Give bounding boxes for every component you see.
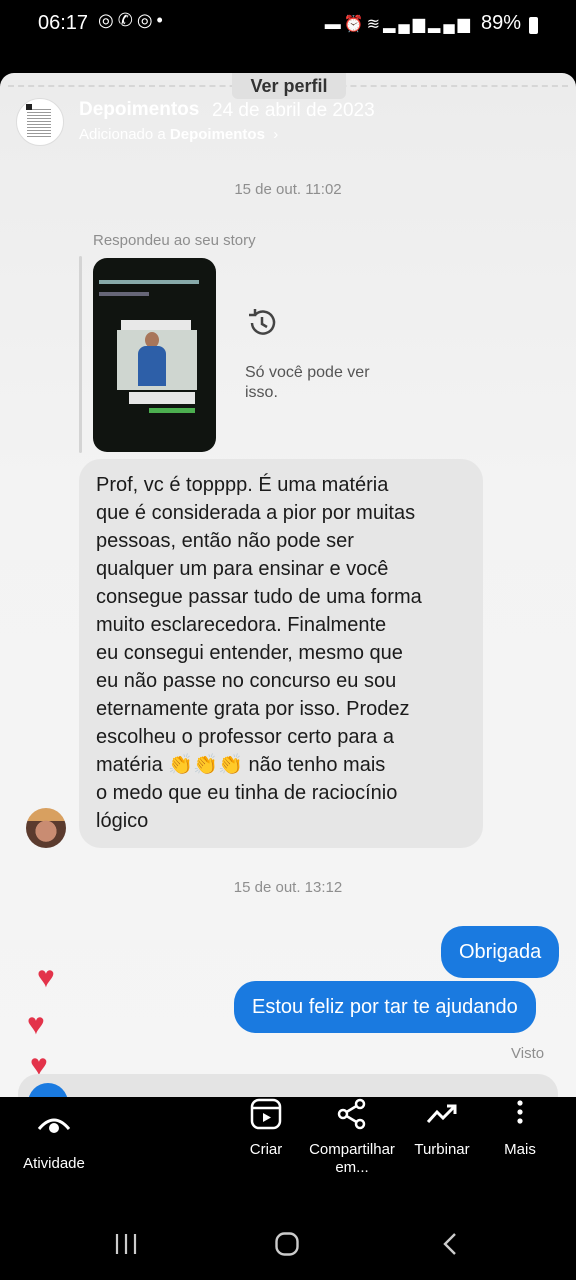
signal-icon: ▂▄▆ [428, 15, 473, 33]
boost-button[interactable]: Turbinar [404, 1097, 480, 1159]
alarm-icon: ⏰ [343, 15, 367, 33]
view-profile-button[interactable]: Ver perfil [232, 73, 346, 99]
history-icon [249, 309, 276, 335]
outgoing-message[interactable]: Estou feliz por tar te ajudando [234, 981, 536, 1033]
boost-label: Turbinar [414, 1141, 470, 1158]
system-icons: ▬⏰≋▂▄▆▂▄▆ 89% [325, 12, 538, 35]
only-you-notice: Só você pode ver isso. [245, 364, 370, 401]
dot-icon: • [156, 10, 167, 30]
more-label: Mais [504, 1141, 536, 1158]
story-toolbar: Atividade Criar Compartilhar em... Turbi… [0, 1097, 576, 1207]
trending-up-icon [426, 1104, 457, 1124]
seen-status: Visto [511, 1045, 545, 1062]
status-time: 06:17 [38, 12, 89, 34]
thumb-link [149, 408, 195, 413]
added-prefix: Adicionado a [79, 126, 166, 143]
added-target: Depoimentos [169, 126, 265, 143]
document-thumbnail [27, 107, 51, 137]
story-view: Ver perfil Depoimentos 24 de abril de 20… [0, 73, 576, 1097]
thumb-banner [121, 320, 191, 330]
create-button[interactable]: Criar [232, 1097, 300, 1159]
logo-mark [26, 104, 32, 110]
wifi-icon: ≋ [366, 15, 384, 33]
heart-icon: ♥ [27, 1008, 45, 1041]
outgoing-message[interactable]: Obrigada [441, 926, 560, 978]
incoming-message[interactable]: Prof, vc é topppp. É uma matéria que é c… [79, 459, 483, 848]
home-icon[interactable] [274, 1231, 300, 1257]
reels-icon [250, 1098, 282, 1130]
share-icon [337, 1098, 366, 1130]
thumb-caption [129, 392, 195, 404]
heart-icon: ♥ [37, 961, 55, 994]
recent-apps-icon[interactable] [114, 1231, 138, 1257]
create-label: Criar [249, 1141, 283, 1158]
share-label: Compartilhar em... [309, 1141, 395, 1176]
instagram-icon: ◎ [136, 10, 157, 30]
more-vertical-icon [517, 1100, 523, 1124]
highlight-avatar[interactable] [16, 98, 64, 146]
timestamp: 15 de out. 13:12 [233, 879, 343, 896]
highlight-date: 24 de abril de 2023 [212, 100, 375, 121]
story-thumbnail[interactable] [93, 258, 216, 452]
instagram-icon: ◎ [98, 10, 118, 30]
message-composer[interactable] [18, 1074, 558, 1097]
thumb-person [138, 346, 166, 386]
missed-call-icon: ✆ [117, 10, 137, 30]
timestamp: 15 de out. 11:02 [234, 181, 342, 198]
eye-icon [37, 1118, 71, 1133]
more-button[interactable]: Mais [490, 1097, 550, 1159]
signal-icon: ▂▄▆ [383, 15, 429, 33]
added-to-highlight[interactable]: Adicionado a Depoimentos › [79, 126, 278, 143]
back-icon[interactable] [440, 1231, 460, 1257]
activity-label: Atividade [23, 1155, 85, 1172]
activity-button[interactable]: Atividade [4, 1107, 104, 1173]
thumb-header [99, 280, 199, 284]
reply-indicator-bar [79, 256, 82, 453]
reply-label: Respondeu ao seu story [93, 232, 256, 249]
status-bar: 06:17 ◎✆◎• ▬⏰≋▂▄▆▂▄▆ 89% [0, 0, 576, 46]
notification-icons: ◎✆◎• [98, 10, 167, 31]
highlight-name[interactable]: Depoimentos [79, 99, 199, 121]
battery-icon [529, 17, 538, 34]
battery-percent: 89% [480, 12, 521, 34]
system-glyphs: ▬⏰≋▂▄▆▂▄▆ [325, 14, 473, 34]
chevron-right-icon: › [269, 126, 279, 143]
navigation-bar [0, 1215, 576, 1280]
sender-avatar[interactable] [26, 808, 66, 848]
thumb-subheader [99, 292, 149, 296]
bed-icon: ▬ [324, 15, 344, 33]
share-button[interactable]: Compartilhar em... [300, 1097, 404, 1177]
